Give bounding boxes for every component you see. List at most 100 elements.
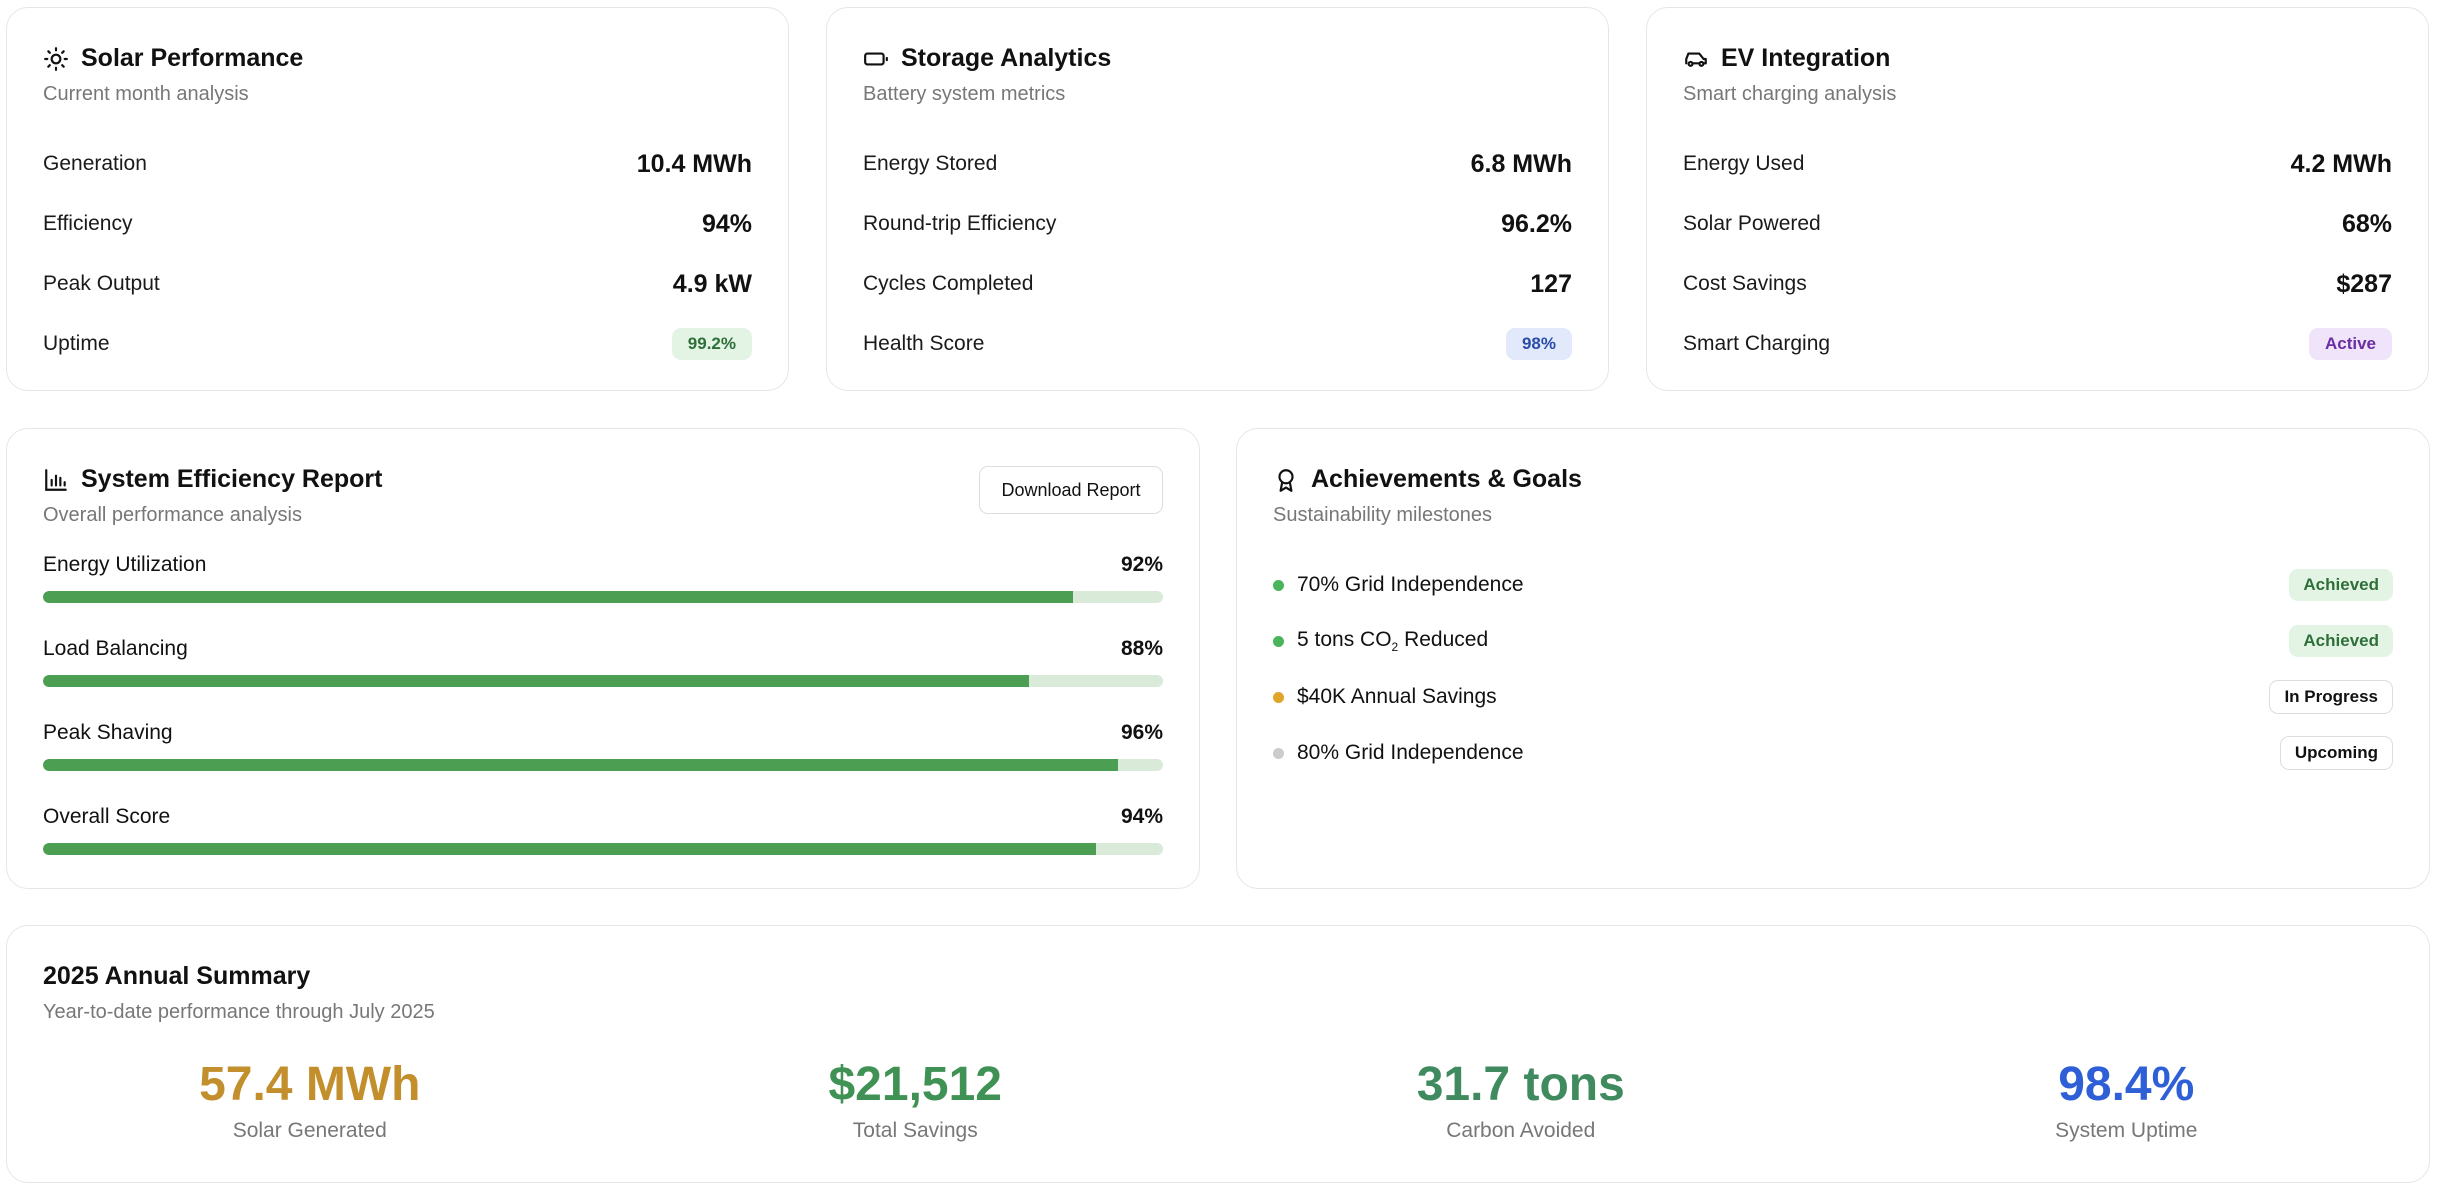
stat-label: System Uptime — [2055, 1119, 2198, 1142]
card-subtitle: Battery system metrics — [863, 83, 1066, 105]
metric-label: Generation — [43, 152, 147, 175]
metric-row: Uptime 99.2% — [43, 314, 752, 374]
metric-value: 4.9 kW — [672, 269, 752, 298]
smart-charging-status-badge: Active — [2308, 328, 2392, 360]
bar-label: Energy Utilization — [43, 553, 207, 576]
achievements-heading: Achievements & Goals — [1273, 465, 2393, 494]
stat-label: Solar Generated — [232, 1119, 387, 1142]
efficiency-bar-row: Peak Shaving 96% — [43, 721, 1163, 799]
car-icon — [1685, 52, 1707, 67]
metric-label: Round-trip Efficiency — [863, 212, 1057, 235]
goal-item: 80% Grid Independence Upcoming — [1273, 725, 2393, 781]
card-title: Solar Performance — [81, 44, 304, 72]
metric-label: Efficiency — [43, 212, 133, 235]
stat-label: Total Savings — [852, 1119, 978, 1142]
annual-summary-subtitle: Year-to-date performance through July 20… — [43, 1001, 435, 1023]
metric-row: Cycles Completed 127 — [863, 254, 1572, 314]
status-dot — [1273, 747, 1284, 759]
progress-fill — [43, 843, 1096, 855]
summary-stat: $21,512 Total Savings — [613, 1061, 1219, 1143]
summary-stat: 57.4 MWh Solar Generated — [7, 1061, 613, 1143]
status-badge: Achieved — [2289, 625, 2393, 657]
metric-label: Cost Savings — [1683, 272, 1807, 295]
goal-item: 70% Grid Independence Achieved — [1273, 557, 2393, 613]
efficiency-bar-row: Load Balancing 88% — [43, 637, 1163, 715]
goal-label: 70% Grid Independence — [1297, 573, 1524, 596]
metric-row: Health Score 98% — [863, 314, 1572, 374]
metric-label: Health Score — [863, 332, 985, 355]
card-title: Achievements & Goals — [1311, 465, 1582, 493]
uptime-badge: 99.2% — [671, 328, 752, 360]
status-badge: Upcoming — [2279, 736, 2393, 770]
summary-stat: 31.7 tons Carbon Avoided — [1218, 1061, 1824, 1143]
bar-label: Peak Shaving — [43, 721, 173, 744]
metric-row: Solar Powered 68% — [1683, 194, 2392, 254]
solar-performance-heading: Solar Performance — [43, 44, 752, 73]
metric-label: Smart Charging — [1683, 332, 1831, 355]
metric-value: 94% — [701, 209, 752, 238]
goal-item: $40K Annual Savings In Progress — [1273, 669, 2393, 725]
stat-value: 57.4 MWh — [199, 1058, 421, 1111]
progress-fill — [43, 675, 1029, 687]
progress-fill — [43, 591, 1074, 603]
bar-label: Load Balancing — [43, 637, 188, 660]
metric-value: 4.2 MWh — [2290, 149, 2392, 178]
card-title: EV Integration — [1721, 44, 1891, 72]
annual-summary-title: 2025 Annual Summary — [43, 962, 311, 990]
metric-label: Cycles Completed — [863, 272, 1034, 295]
sun-icon — [44, 46, 68, 71]
card-subtitle: Current month analysis — [43, 83, 249, 105]
metric-value: $287 — [2336, 269, 2392, 298]
card-subtitle: Smart charging analysis — [1683, 83, 1897, 105]
ev-integration-heading: EV Integration — [1683, 44, 2392, 73]
status-badge: In Progress — [2269, 680, 2393, 714]
progress-track — [43, 591, 1163, 603]
efficiency-bar-row: Energy Utilization 92% — [43, 553, 1163, 631]
goal-label: 80% Grid Independence — [1297, 741, 1524, 764]
metric-value: 10.4 MWh — [636, 149, 752, 178]
download-report-button[interactable]: Download Report — [979, 466, 1163, 514]
stat-value: $21,512 — [828, 1058, 1002, 1111]
metric-value: 127 — [1530, 269, 1572, 298]
stat-value: 98.4% — [2058, 1058, 2195, 1111]
status-dot — [1273, 691, 1284, 703]
goal-item: 5 tons CO2 Reduced Achieved — [1273, 613, 2393, 669]
storage-analytics-card: Storage Analytics Battery system metrics… — [826, 7, 1609, 391]
metric-label: Peak Output — [43, 272, 160, 295]
metric-row: Cost Savings $287 — [1683, 254, 2392, 314]
stat-label: Carbon Avoided — [1446, 1119, 1596, 1142]
solar-performance-card: Solar Performance Current month analysis… — [6, 7, 789, 391]
bar-value: 94% — [1120, 805, 1163, 828]
metric-label: Solar Powered — [1683, 212, 1821, 235]
card-title: Storage Analytics — [901, 44, 1112, 72]
summary-stat: 98.4% System Uptime — [1824, 1061, 2430, 1143]
bar-value: 92% — [1120, 553, 1163, 576]
metric-label: Energy Stored — [863, 152, 998, 175]
card-title: System Efficiency Report — [81, 465, 383, 493]
card-subtitle: Sustainability milestones — [1273, 504, 1492, 526]
bar-value: 88% — [1120, 637, 1163, 660]
ev-integration-card: EV Integration Smart charging analysis E… — [1646, 7, 2429, 391]
status-badge: Achieved — [2289, 569, 2393, 601]
metric-value: 96.2% — [1501, 209, 1572, 238]
metric-label: Energy Used — [1683, 152, 1805, 175]
system-efficiency-card: System Efficiency Report Overall perform… — [6, 428, 1200, 889]
goal-label: $40K Annual Savings — [1297, 685, 1497, 708]
metric-value: 6.8 MWh — [1470, 149, 1572, 178]
metric-row: Generation 10.4 MWh — [43, 134, 752, 194]
award-icon — [1278, 468, 1294, 492]
bar-label: Overall Score — [43, 805, 171, 828]
progress-fill — [43, 759, 1119, 771]
bar-value: 96% — [1120, 721, 1163, 744]
efficiency-bar-row: Overall Score 94% — [43, 805, 1163, 883]
metric-value: 68% — [2341, 209, 2392, 238]
metric-row: Energy Stored 6.8 MWh — [863, 134, 1572, 194]
metric-label: Uptime — [43, 332, 110, 355]
achievements-card: Achievements & Goals Sustainability mile… — [1236, 428, 2430, 889]
progress-track — [43, 843, 1163, 855]
bar-chart-icon — [45, 468, 67, 491]
battery-icon — [864, 52, 888, 65]
health-score-badge: 98% — [1505, 328, 1572, 360]
status-dot — [1273, 635, 1284, 647]
progress-track — [43, 759, 1163, 771]
